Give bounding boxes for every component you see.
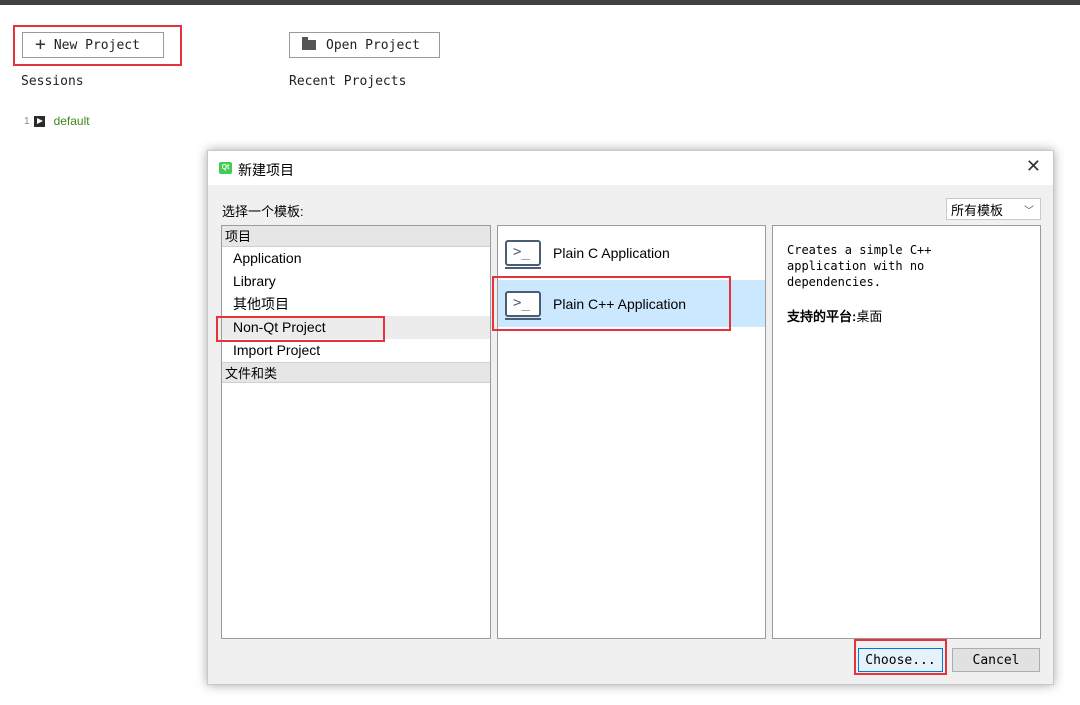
template-label: Plain C Application	[553, 245, 670, 261]
template-list: Plain C Application Plain C++ Applicatio…	[497, 225, 766, 639]
platform-value: 桌面	[856, 309, 883, 324]
category-item[interactable]: Library	[222, 270, 490, 293]
template-description: Creates a simple C++ application with no…	[772, 225, 1041, 639]
supported-platforms: 支持的平台:桌面	[787, 306, 882, 325]
category-item[interactable]: Import Project	[222, 339, 490, 362]
category-header: 文件和类	[222, 362, 490, 383]
terminal-icon	[505, 240, 541, 269]
recent-projects-heading: Recent Projects	[289, 74, 407, 89]
category-item[interactable]: 其他项目	[222, 293, 490, 316]
close-icon[interactable]: ✕	[1026, 157, 1041, 175]
dialog-title: 新建项目	[238, 162, 294, 178]
top-bar	[0, 0, 1080, 5]
folder-icon	[302, 37, 316, 50]
template-filter-select[interactable]: 所有模板 ﹀	[946, 198, 1041, 220]
session-item[interactable]: 1 default	[24, 114, 90, 128]
choose-template-label: 选择一个模板:	[222, 204, 304, 219]
new-project-button[interactable]: + New Project	[22, 32, 164, 58]
play-icon	[33, 115, 45, 127]
chevron-down-icon: ﹀	[1024, 206, 1034, 217]
terminal-icon	[505, 290, 541, 320]
template-item-plain-c[interactable]: Plain C Application	[498, 231, 765, 275]
template-item-plain-cpp[interactable]: Plain C++ Application	[498, 280, 765, 327]
dialog-titlebar: Qt 新建项目 ✕	[208, 151, 1053, 185]
plus-icon: +	[35, 34, 46, 55]
session-index: 1	[24, 115, 30, 127]
category-header: 项目	[222, 226, 490, 247]
description-text: Creates a simple C++ application with no…	[787, 243, 932, 289]
new-project-dialog: Qt 新建项目 ✕ 选择一个模板: 所有模板 ﹀ 项目 Application …	[207, 150, 1054, 685]
session-name[interactable]: default	[54, 114, 90, 128]
category-item-non-qt-project[interactable]: Non-Qt Project	[222, 316, 490, 339]
open-project-label: Open Project	[326, 37, 420, 53]
template-filter-value: 所有模板	[951, 202, 1004, 218]
template-label: Plain C++ Application	[553, 295, 687, 312]
new-project-label: New Project	[53, 37, 140, 53]
category-list: 项目 Application Library 其他项目 Non-Qt Proje…	[221, 225, 491, 639]
open-project-button[interactable]: Open Project	[289, 32, 440, 58]
platform-label: 支持的平台:	[787, 309, 857, 324]
qt-logo-icon: Qt	[219, 162, 232, 174]
sessions-heading: Sessions	[21, 74, 84, 89]
category-item[interactable]: Application	[222, 247, 490, 270]
cancel-button[interactable]: Cancel	[952, 648, 1040, 672]
choose-button[interactable]: Choose...	[858, 648, 943, 672]
